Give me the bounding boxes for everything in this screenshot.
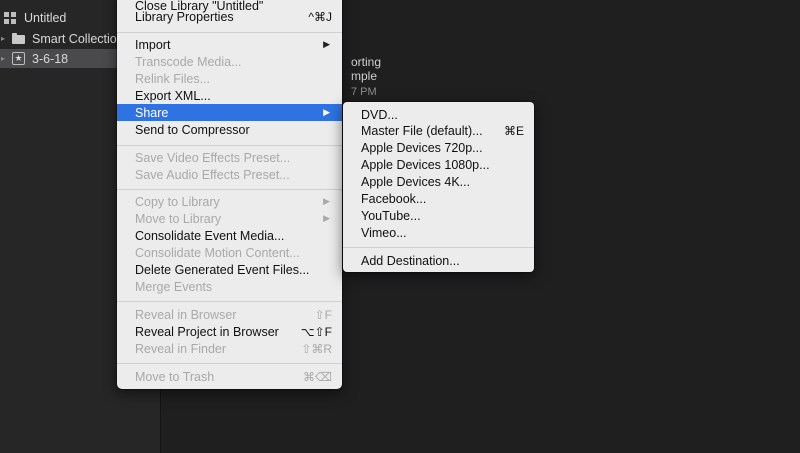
submenu-arrow-icon: ▶ bbox=[323, 196, 330, 206]
menu-item-reveal-in-finder: Reveal in Finder ⇧⌘R bbox=[135, 341, 332, 356]
menu-item-export-xml[interactable]: Export XML... bbox=[117, 87, 342, 104]
menu-separator bbox=[117, 145, 342, 146]
menu-item-import[interactable]: Import ▶ bbox=[117, 36, 342, 53]
menu-item-save-video-effects-preset: Save Video Effects Preset... bbox=[135, 150, 291, 165]
event-star-icon: ★ bbox=[12, 52, 25, 65]
menu-item-dvd[interactable]: DVD... bbox=[343, 106, 534, 123]
disclosure-triangle-icon[interactable]: ▸ bbox=[1, 54, 5, 63]
clip-title: orting bbox=[351, 55, 382, 69]
shortcut: ⇧⌘R bbox=[301, 341, 332, 356]
menu-item-apple-devices-720p[interactable]: Apple Devices 720p... bbox=[343, 139, 534, 156]
menu-item-consolidate-event-media[interactable]: Consolidate Event Media... bbox=[117, 227, 342, 244]
submenu-arrow-icon: ▶ bbox=[323, 107, 330, 117]
menu-item-move-to-trash: Move to Trash ⌘⌫ bbox=[135, 369, 332, 384]
shortcut: ⌥⇧F bbox=[300, 324, 332, 339]
shortcut: ^⌘J bbox=[308, 9, 332, 24]
folder-icon bbox=[12, 33, 25, 44]
menu-separator bbox=[343, 247, 534, 248]
menu-item-share[interactable]: Share ▶ bbox=[117, 104, 342, 121]
menu-separator bbox=[117, 363, 342, 364]
menu-item-facebook[interactable]: Facebook... bbox=[343, 190, 534, 207]
menu-item-move-to-library: Move to Library ▶ bbox=[135, 211, 330, 226]
share-submenu: DVD... Master File (default)... ⌘E Apple… bbox=[343, 102, 534, 272]
menu-item-apple-devices-4k[interactable]: Apple Devices 4K... bbox=[343, 173, 534, 190]
menu-item-copy-to-library: Copy to Library ▶ bbox=[135, 194, 330, 209]
clip-title: mple bbox=[351, 69, 378, 83]
disclosure-triangle-icon[interactable]: ▸ bbox=[1, 34, 5, 43]
menu-item-apple-devices-1080p[interactable]: Apple Devices 1080p... bbox=[343, 156, 534, 173]
menu-item-master-file[interactable]: Master File (default)... ⌘E bbox=[343, 122, 534, 139]
submenu-arrow-icon: ▶ bbox=[323, 213, 330, 223]
menu-item-save-audio-effects-preset: Save Audio Effects Preset... bbox=[135, 167, 290, 182]
menu-item-delete-generated-event-files[interactable]: Delete Generated Event Files... bbox=[117, 261, 342, 278]
sidebar-item-label: 3-6-18 bbox=[32, 51, 69, 66]
shortcut: ⇧F bbox=[314, 307, 332, 322]
sidebar-item-untitled-library[interactable]: Untitled bbox=[4, 8, 66, 27]
menu-item-transcode-media: Transcode Media... bbox=[135, 54, 242, 69]
shortcut: ⌘E bbox=[503, 123, 524, 138]
sidebar-item-label: Untitled bbox=[24, 10, 67, 25]
menu-item-merge-events: Merge Events bbox=[135, 279, 213, 294]
menu-item-consolidate-motion-content: Consolidate Motion Content... bbox=[135, 245, 300, 260]
menu-separator bbox=[117, 32, 342, 33]
library-grid-icon bbox=[4, 11, 17, 24]
menu-separator bbox=[117, 189, 342, 190]
menu-separator bbox=[117, 301, 342, 302]
menu-item-send-to-compressor[interactable]: Send to Compressor bbox=[117, 121, 342, 138]
sidebar-item-smart-collection[interactable]: ▸ Smart Collection bbox=[1, 29, 124, 48]
menu-item-add-destination[interactable]: Add Destination... bbox=[343, 252, 534, 269]
file-menu: Close Library "Untitled" Library Propert… bbox=[117, 0, 342, 389]
menu-item-youtube[interactable]: YouTube... bbox=[343, 207, 534, 224]
menu-item-library-properties[interactable]: Library Properties ^⌘J bbox=[117, 8, 342, 25]
clip-timestamp: 7 PM bbox=[351, 86, 377, 98]
sidebar-item-label: Smart Collection bbox=[32, 31, 124, 46]
menu-item-vimeo[interactable]: Vimeo... bbox=[343, 224, 534, 241]
menu-item-reveal-in-browser: Reveal in Browser ⇧F bbox=[135, 307, 332, 322]
menu-item-relink-files: Relink Files... bbox=[135, 71, 211, 86]
shortcut: ⌘⌫ bbox=[303, 369, 332, 384]
menu-item-reveal-project-in-browser[interactable]: Reveal Project in Browser ⌥⇧F bbox=[117, 323, 342, 340]
submenu-arrow-icon: ▶ bbox=[323, 39, 330, 49]
